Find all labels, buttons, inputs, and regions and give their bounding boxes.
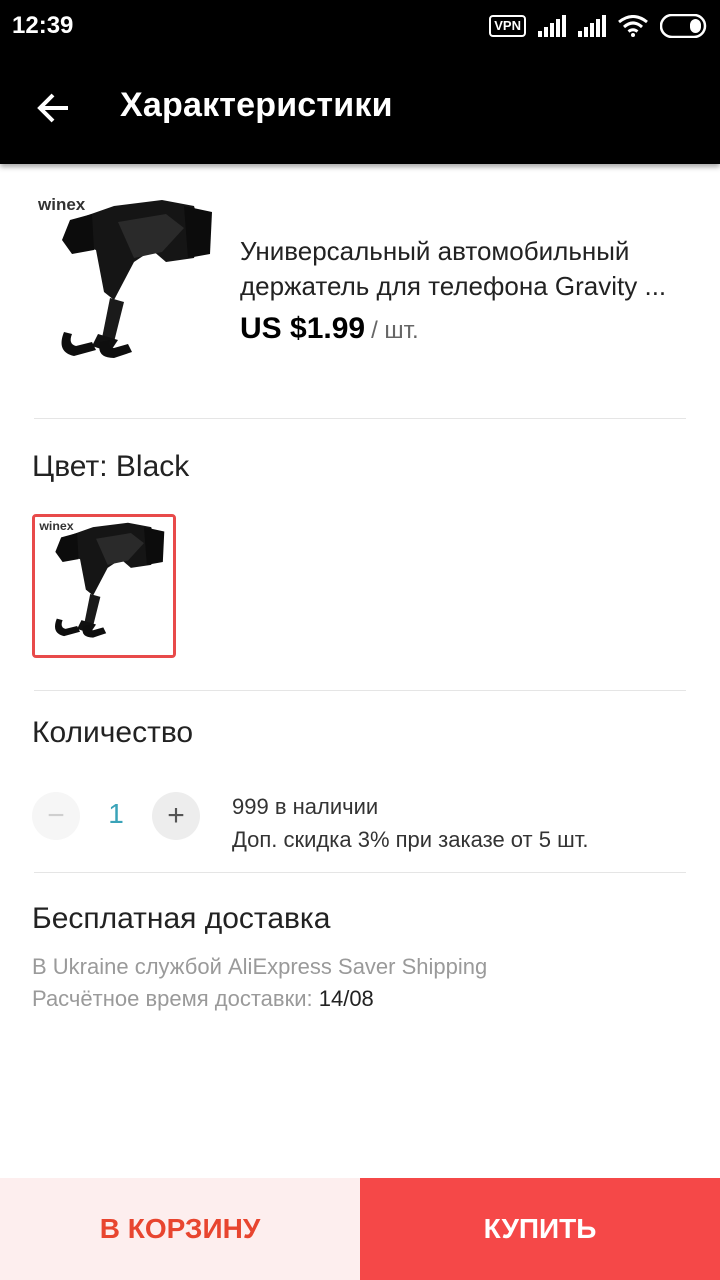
app-bar: Характеристики <box>0 52 720 164</box>
minus-icon: − <box>47 799 65 832</box>
product-summary: winex Универсальный автомобильный держат… <box>0 164 720 418</box>
divider <box>34 872 686 873</box>
status-icons: VPN <box>489 10 708 42</box>
product-image: winex <box>34 192 224 382</box>
decrease-quantity-button[interactable]: − <box>32 792 80 840</box>
divider <box>34 690 686 691</box>
stock-info: 999 в наличии Доп. скидка 3% при заказе … <box>232 790 588 856</box>
quantity-value: 1 <box>108 798 124 829</box>
stock-count: 999 в наличии <box>232 794 379 819</box>
delivery-eta-date: 14/08 <box>318 986 374 1011</box>
plus-icon: + <box>167 799 185 832</box>
signal-icon <box>538 15 566 37</box>
signal-icon <box>578 15 606 37</box>
price-unit: / шт. <box>371 317 419 344</box>
shipping-title: Бесплатная доставка <box>32 902 331 935</box>
divider <box>34 418 686 419</box>
price-row: US $1.99/ шт. <box>240 312 419 346</box>
brand-logo-text: winex <box>37 195 86 214</box>
status-bar: 12:39 VPN <box>0 0 720 52</box>
swatch-brand-text: winex <box>38 519 73 533</box>
vpn-icon: VPN <box>489 15 526 37</box>
back-button[interactable] <box>30 84 78 132</box>
bulk-discount: Доп. скидка 3% при заказе от 5 шт. <box>232 827 589 852</box>
add-to-cart-button[interactable]: В КОРЗИНУ <box>0 1178 360 1280</box>
shipping-method: В Ukraine службой AliExpress Saver Shipp… <box>32 954 488 979</box>
product-title: Универсальный автомобильный держатель дл… <box>240 236 667 301</box>
battery-icon <box>660 14 707 38</box>
status-time: 12:39 <box>12 12 74 39</box>
arrow-left-icon <box>37 93 68 123</box>
color-swatch-black[interactable]: winex <box>32 514 176 658</box>
page-title: Характеристики <box>120 86 393 124</box>
increase-quantity-button[interactable]: + <box>152 792 200 840</box>
buy-now-button[interactable]: КУПИТЬ <box>360 1178 720 1280</box>
delivery-eta: Расчётное время доставки: 14/08 <box>32 986 374 1012</box>
wifi-icon <box>618 15 648 37</box>
product-price: US $1.99 <box>240 312 366 345</box>
delivery-eta-label: Расчётное время доставки: <box>32 986 313 1011</box>
color-label: Цвет: Black <box>32 450 190 483</box>
quantity-label: Количество <box>32 716 194 749</box>
